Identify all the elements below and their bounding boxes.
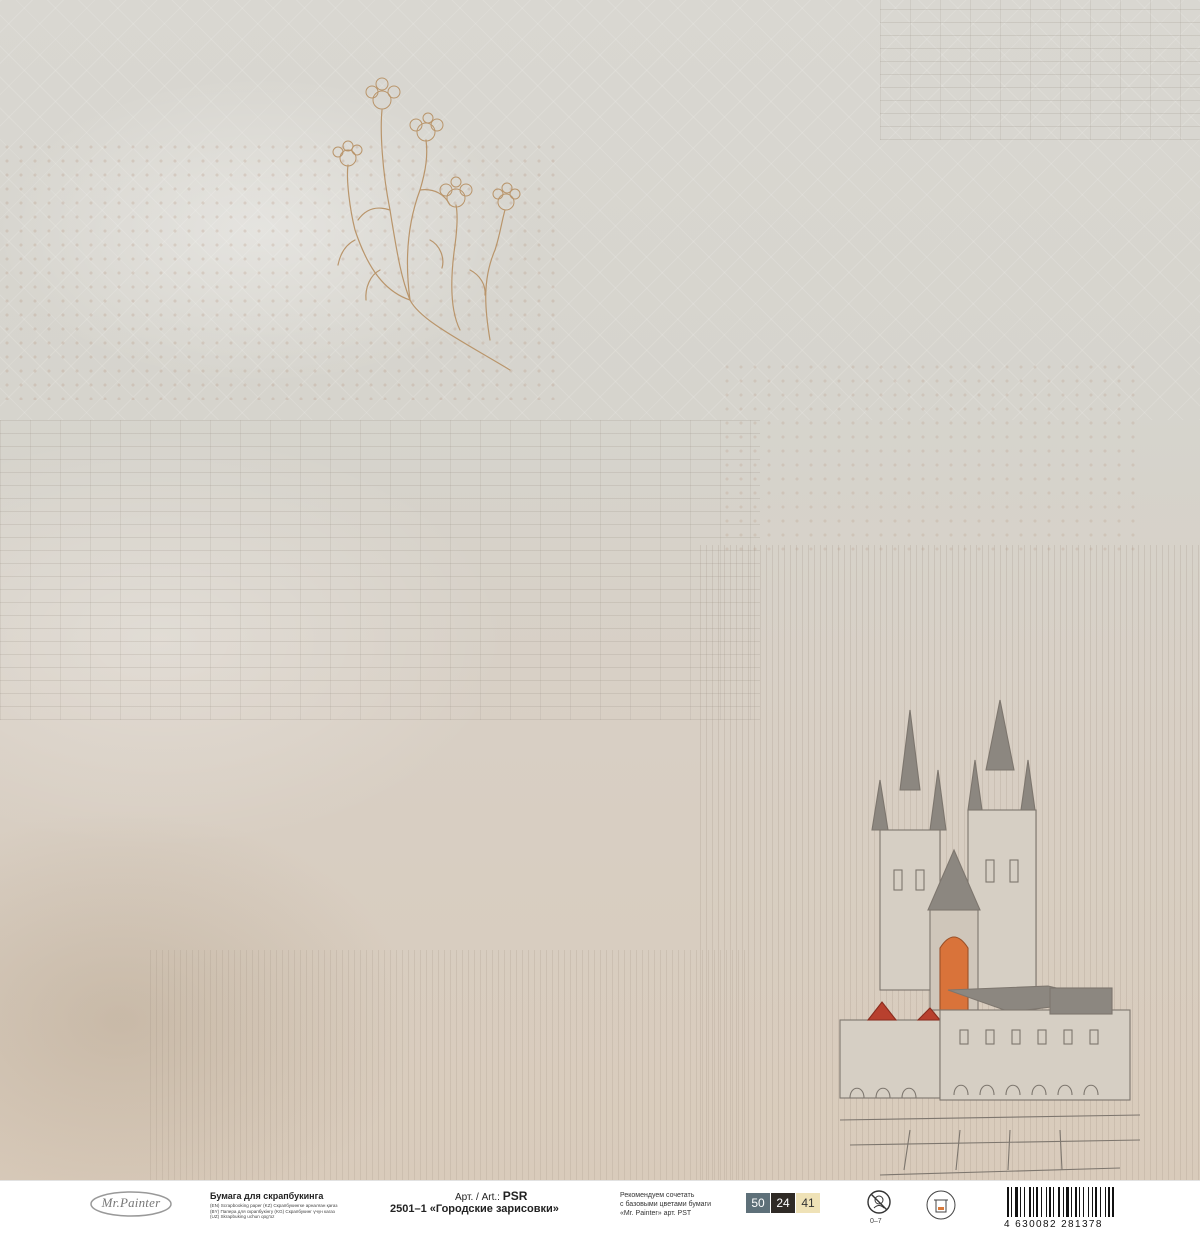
barcode-bar [1029, 1187, 1031, 1217]
church-sketch-icon [839, 699, 1141, 1176]
barcode-bar [1049, 1187, 1051, 1217]
brick-pattern-top-right [880, 0, 1200, 140]
age-range-label: 0–7 [870, 1218, 882, 1225]
barcode-bar [1071, 1187, 1072, 1217]
color-swatch: 24 [771, 1193, 795, 1213]
product-label-strip: Mr.Painter Бумага для скрапбукинга (EN) … [0, 1180, 1200, 1243]
product-type: Бумага для скрапбукинга [210, 1191, 324, 1201]
article-line: Арт. / Art.: PSR [455, 1189, 527, 1203]
barcode-bar [1007, 1187, 1009, 1217]
product-name: 2501–1 «Городские зарисовки» [390, 1203, 559, 1215]
not-for-children-icon [867, 1190, 891, 1214]
product-type-translations: (EN) Scrapbooking paper (KZ) Скрапбукинг… [210, 1203, 370, 1220]
recommendation-line: «Mr. Painter» арт. PST [620, 1210, 692, 1217]
brand-name: Mr.Painter [101, 1195, 161, 1210]
barcode-bar [1088, 1187, 1089, 1217]
barcode-bar [1033, 1187, 1034, 1217]
brick-pattern-middle [0, 420, 760, 720]
recommendation-line: Рекомендуем сочетать [620, 1192, 695, 1199]
barcode-bar [1108, 1187, 1110, 1217]
barcode-bar [1095, 1187, 1097, 1217]
barcode-bar [1036, 1187, 1038, 1217]
article-label: Арт. / Art.: [455, 1192, 500, 1203]
barcode-bar [1015, 1187, 1018, 1217]
recycle-bin-icon [926, 1190, 956, 1220]
article-code: PSR [502, 1189, 528, 1203]
barcode-bar [1112, 1187, 1114, 1217]
barcode-bar [1024, 1187, 1025, 1217]
barcode-bar [1046, 1187, 1047, 1217]
barcode-bar [1105, 1187, 1106, 1217]
recommendation-text: Рекомендуем сочетать с базовыми цветами … [620, 1191, 740, 1218]
barcode-bar [1066, 1187, 1069, 1217]
scrapbook-paper [0, 0, 1200, 1180]
barcode-bar [1058, 1187, 1060, 1217]
translation-line: (UZ) Skrapbuking uchun qog'oz [210, 1214, 275, 1220]
barcode-bar [1063, 1187, 1064, 1217]
color-swatch: 50 [746, 1193, 770, 1213]
barcode-bar [1053, 1187, 1054, 1217]
barcode-digits: 4 630082 281378 [1004, 1219, 1103, 1230]
barcode [1007, 1187, 1114, 1217]
barcode-bar [1020, 1187, 1021, 1217]
barcode-bar [1041, 1187, 1042, 1217]
stripe-pattern-bottom [150, 950, 750, 1180]
barcode-bar [1100, 1187, 1101, 1217]
barcode-bar [1011, 1187, 1012, 1217]
dot-pattern-right [720, 360, 1140, 560]
brand-logo: Mr.Painter [88, 1189, 174, 1219]
barcode-bar [1075, 1187, 1077, 1217]
recommendation-line: с базовыми цветами бумаги [620, 1201, 711, 1208]
barcode-bar [1079, 1187, 1080, 1217]
barcode-bar [1092, 1187, 1093, 1217]
barcode-bar [1083, 1187, 1084, 1217]
color-swatch: 41 [796, 1193, 820, 1213]
flower-sketch-icon [332, 77, 521, 371]
